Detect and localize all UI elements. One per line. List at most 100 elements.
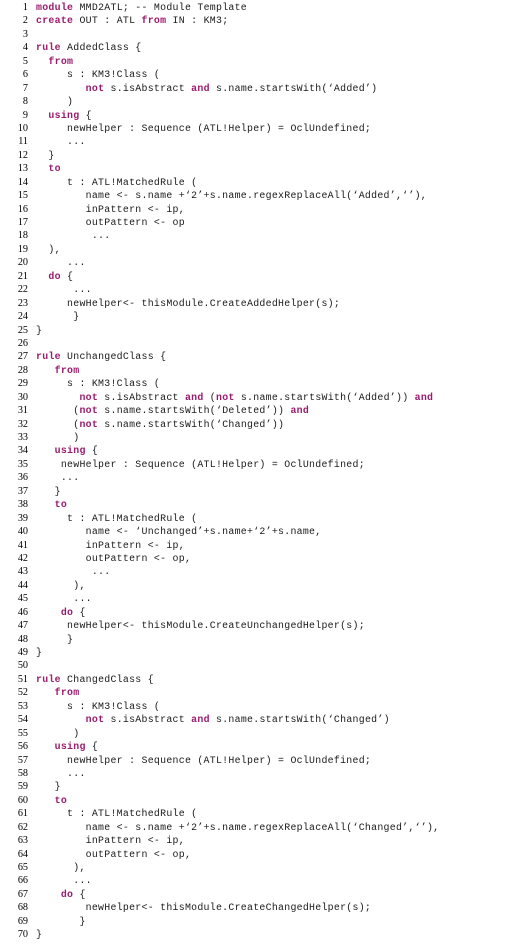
line-number: 54 [17,714,28,726]
code-line-text: } [28,310,532,323]
code-line: 18 ... [0,229,532,242]
plain-token: ... [36,284,92,296]
plain-token: ... [36,593,92,605]
keyword-token: and [290,405,310,417]
line-number: 42 [17,552,28,564]
plain-token: ), [36,862,86,873]
plain-token: s : KM3!Class ( [36,69,161,81]
line-number: 62 [17,821,28,833]
code-line-text: to [28,498,532,511]
code-line-text: not s.isAbstract and s.name.startsWith(‘… [28,82,532,95]
code-line-text: (not s.name.startsWith(‘Deleted’)) and [28,404,532,417]
keyword-token: from [54,364,80,376]
code-line: 17 outPattern <- op [0,216,532,229]
line-number: 6 [22,69,28,81]
keyword-token: using [48,109,80,121]
plain-token: outPattern <- op [36,217,185,228]
plain-token: s.isAbstract [104,82,192,94]
code-line: 5 from [0,55,532,68]
line-number: 9 [22,109,28,121]
plain-token: ( [36,405,80,417]
code-line: 21 do { [0,270,532,283]
code-line-text: } [28,780,532,793]
plain-token: ), [36,243,61,255]
keyword-token: not [85,82,105,94]
code-line: 36 ... [0,471,532,484]
code-line-text: newHelper<- thisModule.CreateChangedHelp… [28,901,532,914]
code-line: 24 } [0,310,532,323]
code-line: 52 from [0,686,532,699]
code-line-text: to [28,162,532,175]
line-number: 1 [22,2,28,13]
code-line: 45 ... [0,592,532,605]
plain-token: ... [36,230,111,242]
plain-token: t : ATL!MatchedRule ( [36,512,198,524]
plain-token: inPattern <- ip, [36,539,185,551]
plain-token: ChangedClass { [60,673,154,685]
code-line-text: rule ChangedClass { [28,673,532,686]
code-line: 57 newHelper : Sequence (ATL!Helper) = O… [0,754,532,767]
keyword-token: do [60,888,74,900]
code-line: 48 } [0,633,532,646]
code-line: 39 t : ATL!MatchedRule ( [0,512,532,525]
line-number: 22 [17,284,28,296]
plain-token: outPattern <- op, [36,848,192,860]
code-line: 3 [0,28,532,41]
plain-token: OUT : ATL [73,15,142,27]
plain-token: newHelper<- thisModule.CreateChangedHelp… [36,902,372,914]
code-line-text: module MMD2ATL; -- Module Template [28,1,532,14]
code-line-text: ... [28,229,532,242]
plain-token: newHelper : Sequence (ATL!Helper) = OclU… [36,458,365,470]
code-line-text: } [28,646,532,659]
line-number: 4 [22,42,28,54]
code-line-text: ) [28,95,532,108]
code-line: 37 } [0,485,532,498]
plain-token: ( [203,391,217,403]
keyword-token: rule [36,351,61,363]
line-number: 52 [17,687,28,699]
keyword-token: from [54,687,80,699]
code-line-text: } [28,915,532,928]
plain-token: } [36,149,55,161]
code-line: 14 t : ATL!MatchedRule ( [0,176,532,189]
code-line: 7 not s.isAbstract and s.name.startsWith… [0,82,532,95]
code-line: 2 create OUT : ATL from IN : KM3; [0,14,532,27]
code-line: 51 rule ChangedClass { [0,673,532,686]
code-line: 30 not s.isAbstract and (not s.name.star… [0,391,532,404]
code-line-text: ... [28,471,532,484]
plain-token: ... [36,257,86,269]
code-line: 33 ) [0,431,532,444]
line-number: 49 [17,647,28,658]
line-number: 55 [17,727,28,739]
code-line: 28 from [0,364,532,377]
code-line-text: t : ATL!MatchedRule ( [28,512,532,525]
code-line: 60 to [0,794,532,807]
code-line-text: newHelper<- thisModule.CreateUnchangedHe… [28,619,532,632]
plain-token: s.name.startsWith(‘Deleted’)) [98,405,291,417]
plain-token: ... [36,472,80,484]
code-line-text: } [28,324,532,337]
line-number: 68 [17,902,28,914]
code-line-text: rule UnchangedClass { [28,350,532,363]
code-line-text: rule AddedClass { [28,41,532,54]
plain-token: inPattern <- ip, [36,203,185,215]
plain-token: s.name.startsWith(‘Changed’)) [98,418,285,430]
code-line-text: ... [28,767,532,780]
code-line: 19 ), [0,243,532,256]
keyword-token: rule [36,673,61,685]
line-number: 11 [18,136,28,148]
code-line: 15 name <- s.name +‘2’+s.name.regexRepla… [0,189,532,202]
line-number: 46 [17,606,28,618]
plain-token: s.name.startsWith(‘Changed’) [209,714,390,726]
code-line: 29 s : KM3!Class ( [0,377,532,390]
line-number: 48 [17,633,28,645]
plain-token: { [73,606,86,618]
code-line-text: name <- s.name +‘2’+s.name.regexReplaceA… [28,189,532,202]
code-line-text: inPattern <- ip, [28,203,532,216]
code-line: 4 rule AddedClass { [0,41,532,54]
plain-token: ... [36,136,86,148]
line-number: 47 [17,620,28,632]
plain-token: { [85,741,99,753]
plain-token: { [60,270,74,282]
